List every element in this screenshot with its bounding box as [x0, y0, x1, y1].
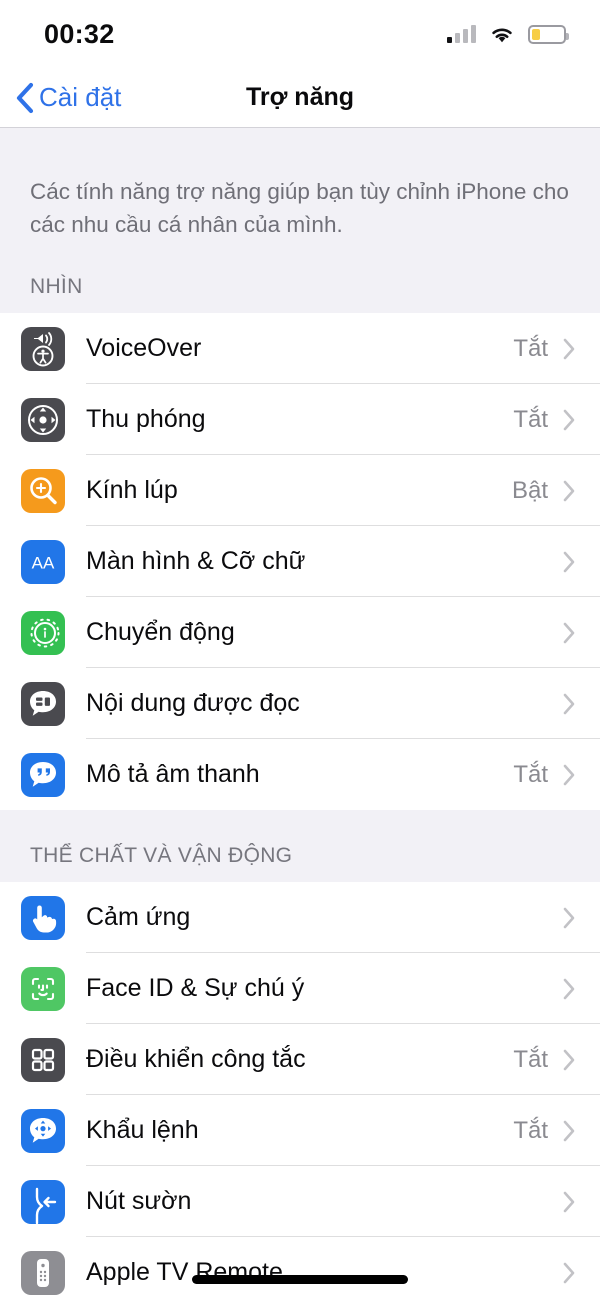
row-display-text-size[interactable]: AA Màn hình & Cỡ chữ — [0, 526, 600, 598]
row-side-button[interactable]: Nút sườn — [0, 1166, 600, 1238]
home-indicator — [192, 1275, 408, 1284]
spoken-content-icon — [21, 681, 65, 726]
chevron-right-icon — [563, 551, 575, 573]
wifi-icon — [492, 28, 512, 42]
switch-control-icon — [21, 1037, 65, 1082]
voiceover-icon — [21, 326, 65, 371]
row-label: Màn hình & Cỡ chữ — [86, 547, 306, 576]
row-switch-control[interactable]: Điều khiển công tắc Tắt — [0, 1024, 600, 1096]
motion-icon — [21, 610, 65, 655]
chevron-left-icon — [16, 82, 34, 113]
row-label: Cảm ứng — [86, 903, 191, 932]
iphone-screen: 00:32 Cài đặt Trợ năng Các tính năng trợ… — [0, 0, 600, 1299]
row-label: Kính lúp — [86, 476, 178, 505]
row-label: VoiceOver — [86, 334, 202, 363]
section-physical-motor-rows: Cảm ứng Face ID & Sự chú ý Điều khiển cô… — [0, 882, 600, 1299]
row-label: Face ID & Sự chú ý — [86, 974, 305, 1003]
back-button-label: Cài đặt — [39, 82, 122, 112]
row-voiceover[interactable]: VoiceOver Tắt — [0, 313, 600, 385]
zoom-icon — [21, 397, 65, 442]
row-label: Chuyển động — [86, 618, 235, 647]
row-label: Khẩu lệnh — [86, 1116, 199, 1145]
navigation-bar: Cài đặt Trợ năng — [0, 68, 600, 128]
chevron-right-icon — [563, 978, 575, 1000]
svg-text:AA: AA — [32, 553, 55, 572]
row-audio-descriptions[interactable]: Mô tả âm thanh Tắt — [0, 739, 600, 811]
chevron-right-icon — [563, 693, 575, 715]
display-text-size-icon: AA — [21, 539, 65, 584]
row-value: Tắt — [513, 405, 548, 433]
chevron-right-icon — [563, 480, 575, 502]
row-voice-control[interactable]: Khẩu lệnh Tắt — [0, 1095, 600, 1167]
chevron-right-icon — [563, 1262, 575, 1284]
row-label: Thu phóng — [86, 405, 206, 434]
chevron-right-icon — [563, 1191, 575, 1213]
chevron-right-icon — [563, 907, 575, 929]
row-motion[interactable]: Chuyển động — [0, 597, 600, 669]
face-id-icon — [21, 966, 65, 1011]
row-zoom[interactable]: Thu phóng Tắt — [0, 384, 600, 456]
row-label: Mô tả âm thanh — [86, 760, 260, 789]
chevron-right-icon — [563, 1120, 575, 1142]
row-apple-tv-remote[interactable]: Apple TV Remote — [0, 1237, 600, 1299]
back-button[interactable]: Cài đặt — [0, 81, 121, 115]
row-value: Tắt — [513, 1116, 548, 1144]
magnifier-icon — [21, 468, 65, 513]
side-button-icon — [21, 1179, 65, 1224]
row-face-id-attention[interactable]: Face ID & Sự chú ý — [0, 953, 600, 1025]
status-bar-indicators — [447, 24, 569, 44]
row-label: Nút sườn — [86, 1187, 192, 1216]
status-bar-time: 00:32 — [44, 18, 115, 49]
settings-list[interactable]: Các tính năng trợ năng giúp bạn tùy chỉn… — [0, 128, 600, 1299]
row-spoken-content[interactable]: Nội dung được đọc — [0, 668, 600, 740]
row-touch[interactable]: Cảm ứng — [0, 882, 600, 954]
status-bar: 00:32 — [0, 0, 600, 68]
row-label: Điều khiển công tắc — [86, 1045, 306, 1074]
intro-description: Các tính năng trợ năng giúp bạn tùy chỉn… — [30, 179, 569, 237]
section-header-physical-motor: THỂ CHẤT VÀ VẬN ĐỘNG — [30, 844, 293, 868]
section-header-vision: NHÌN — [30, 275, 83, 299]
row-value: Tắt — [513, 1045, 548, 1073]
audio-descriptions-icon — [21, 752, 65, 797]
chevron-right-icon — [563, 622, 575, 644]
chevron-right-icon — [563, 764, 575, 786]
chevron-right-icon — [563, 409, 575, 431]
row-label: Nội dung được đọc — [86, 689, 300, 718]
voice-control-icon — [21, 1108, 65, 1153]
cellular-signal-icon — [447, 25, 476, 43]
chevron-right-icon — [563, 1049, 575, 1071]
section-vision-rows: VoiceOver Tắt Thu phóng Tắt Kính lúp Bật… — [0, 313, 600, 811]
touch-icon — [21, 895, 65, 940]
chevron-right-icon — [563, 338, 575, 360]
battery-icon — [528, 24, 569, 44]
row-value: Tắt — [513, 760, 548, 788]
row-value: Tắt — [513, 334, 548, 362]
row-magnifier[interactable]: Kính lúp Bật — [0, 455, 600, 527]
row-value: Bật — [511, 476, 548, 504]
apple-tv-remote-icon — [21, 1250, 65, 1295]
